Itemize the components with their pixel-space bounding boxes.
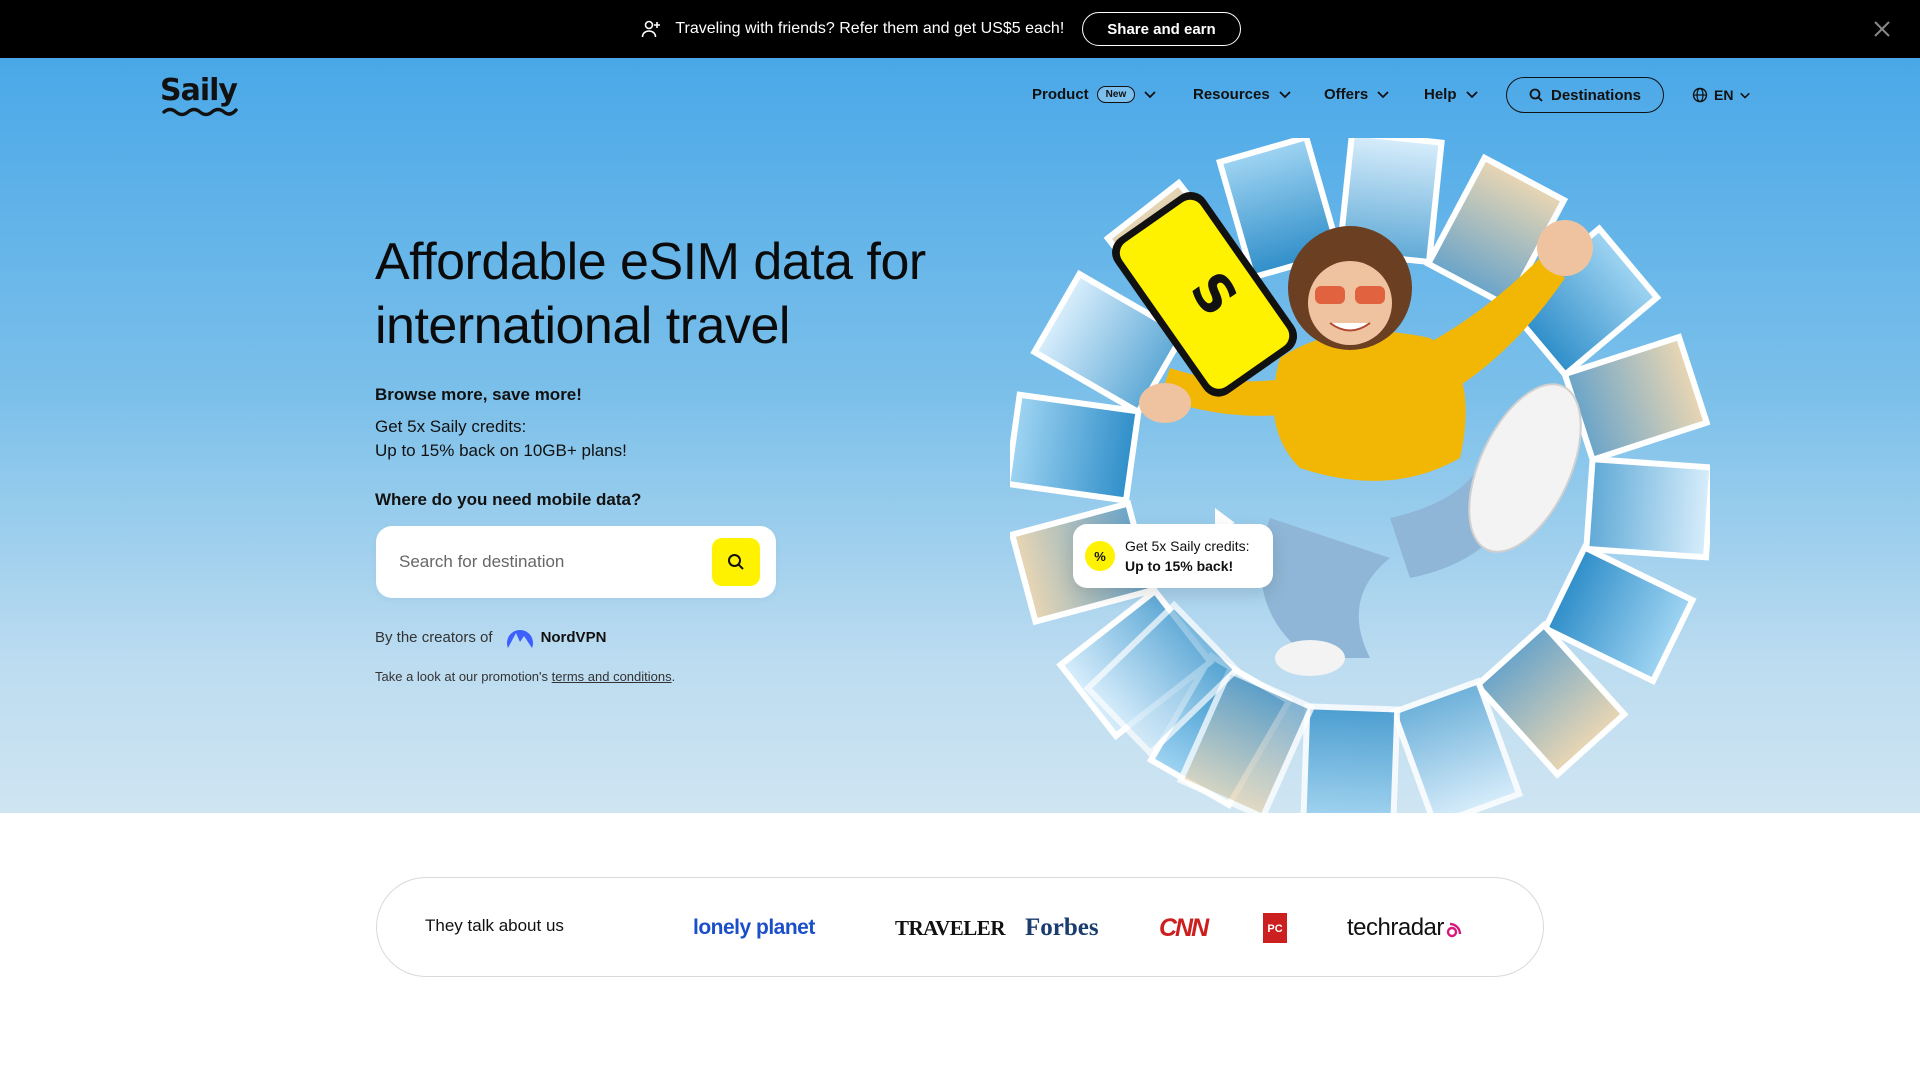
lonely-planet-text: lonely planet <box>693 916 815 939</box>
hero-illustration: S <box>1010 138 1710 813</box>
search-button[interactable] <box>712 538 760 586</box>
nav-help-label: Help <box>1424 85 1457 103</box>
terms-suffix: . <box>671 669 676 684</box>
percent-icon: % <box>1085 541 1115 571</box>
chevron-down-icon <box>1465 91 1478 99</box>
pcmag-text: PC <box>1267 923 1282 935</box>
search-label: Where do you need mobile data? <box>375 490 642 509</box>
techradar-text: techradar <box>1347 914 1444 941</box>
share-and-earn-button[interactable]: Share and earn <box>1082 12 1241 46</box>
new-badge: New <box>1096 85 1136 103</box>
press-label: They talk about us <box>425 916 564 935</box>
language-label: EN <box>1714 87 1734 103</box>
chevron-down-icon <box>1377 91 1389 99</box>
chevron-down-icon <box>1279 91 1291 99</box>
credits-promo-card: % Get 5x Saily credits: Up to 15% back! <box>1073 524 1273 588</box>
credits-card-line-1: Get 5x Saily credits: <box>1125 538 1250 554</box>
globe-icon <box>1692 87 1708 103</box>
radar-icon <box>1446 922 1462 938</box>
destinations-label: Destinations <box>1550 86 1641 104</box>
logo-wave-icon <box>162 107 238 117</box>
forbes-logo: Forbes <box>1025 908 1099 948</box>
hero-headline: Affordable eSIM data for international t… <box>375 233 926 355</box>
creators-line: By the creators of NordVPN <box>375 624 606 650</box>
chevron-down-icon <box>1740 92 1751 99</box>
search-input[interactable] <box>399 552 699 572</box>
saily-logo[interactable]: Saily <box>160 76 240 118</box>
nordvpn-label: NordVPN <box>540 628 607 646</box>
lonely-planet-logo: lonely planet <box>693 908 815 948</box>
add-user-icon <box>639 17 663 41</box>
nav-resources-label: Resources <box>1193 85 1270 103</box>
close-icon[interactable] <box>1870 17 1894 41</box>
search-icon <box>728 554 744 570</box>
main-nav: Saily Product New Resources Offers Help … <box>0 58 1920 130</box>
destination-search <box>376 526 776 598</box>
search-icon <box>1529 88 1543 102</box>
chevron-down-icon <box>1144 91 1156 99</box>
nav-resources[interactable]: Resources <box>1193 76 1292 112</box>
nordvpn-icon <box>506 630 533 648</box>
language-selector[interactable]: EN <box>1692 77 1751 113</box>
hero-subheading: Browse more, save more! <box>375 385 582 404</box>
traveler-logo: TRAVELER <box>895 908 1005 948</box>
creators-text: By the creators of <box>375 628 493 646</box>
terms-note: Take a look at our promotion's terms and… <box>375 669 675 684</box>
forbes-text: Forbes <box>1025 914 1099 941</box>
nav-product-label: Product <box>1032 85 1089 103</box>
credits-card-line-2: Up to 15% back! <box>1125 558 1234 574</box>
cnn-text: CNN <box>1159 913 1209 942</box>
nordvpn-logo: NordVPN <box>505 624 607 650</box>
nav-offers[interactable]: Offers <box>1324 76 1390 112</box>
destinations-button[interactable]: Destinations <box>1506 77 1664 113</box>
logo-text: Saily <box>160 73 238 108</box>
press-strip: They talk about us lonely planet TRAVELE… <box>376 877 1544 977</box>
nav-help[interactable]: Help <box>1424 76 1479 112</box>
credits-card-text: Get 5x Saily credits: Up to 15% back! <box>1125 536 1250 576</box>
terms-link[interactable]: terms and conditions <box>552 669 672 684</box>
terms-prefix: Take a look at our promotion's <box>375 669 549 684</box>
promo-text: Traveling with friends? Refer them and g… <box>675 20 1065 37</box>
pcmag-icon: PC <box>1263 913 1287 943</box>
traveler-text: TRAVELER <box>895 915 1005 940</box>
hero-offer-line-2: Up to 15% back on 10GB+ plans! <box>375 441 627 460</box>
promo-bar: Traveling with friends? Refer them and g… <box>0 0 1920 58</box>
cnn-logo: CNN <box>1159 908 1209 948</box>
nav-product[interactable]: Product New <box>1032 76 1157 112</box>
nav-offers-label: Offers <box>1324 85 1369 103</box>
hero-offer-line-1: Get 5x Saily credits: <box>375 417 527 436</box>
hero-section: Saily Product New Resources Offers Help … <box>0 58 1920 813</box>
promo-content: Traveling with friends? Refer them and g… <box>639 12 1241 46</box>
pcmag-logo: PC <box>1263 908 1287 948</box>
techradar-logo: techradar <box>1347 908 1466 948</box>
